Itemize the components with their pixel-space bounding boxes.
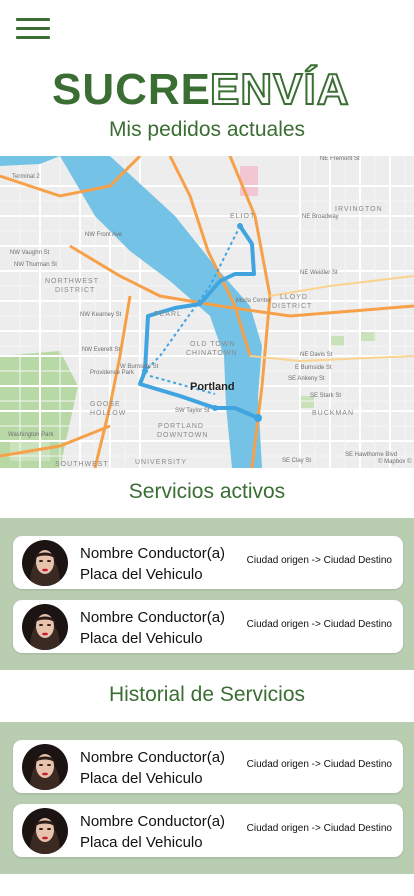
- app-logo: SUCRE ENVÍA: [0, 62, 414, 112]
- route-text: Ciudad origen -> Ciudad Destino: [246, 823, 392, 834]
- svg-text:Moda Center: Moda Center: [236, 298, 271, 304]
- svg-text:Terminal 2: Terminal 2: [12, 174, 40, 180]
- active-service-card[interactable]: Nombre Conductor(a) Placa del Vehiculo C…: [13, 536, 403, 589]
- history-service-card[interactable]: Nombre Conductor(a) Placa del Vehiculo C…: [13, 740, 403, 793]
- history-service-card[interactable]: Nombre Conductor(a) Placa del Vehiculo C…: [13, 804, 403, 857]
- svg-text:NW Front Ave: NW Front Ave: [85, 232, 123, 238]
- svg-text:NW Thurman St: NW Thurman St: [14, 262, 57, 268]
- route-start-marker: [237, 223, 243, 229]
- svg-text:SE Clay St: SE Clay St: [282, 458, 311, 464]
- svg-text:OLD TOWN: OLD TOWN: [190, 341, 235, 348]
- driver-name: Nombre Conductor(a): [80, 545, 226, 562]
- hamburger-menu-icon[interactable]: [16, 18, 50, 42]
- svg-text:PORTLAND: PORTLAND: [158, 423, 204, 430]
- active-services-title: Servicios activos: [128, 480, 286, 503]
- svg-text:GOOSE: GOOSE: [90, 401, 121, 408]
- driver-avatar: [22, 744, 68, 790]
- logo-text-envia: ENVÍA: [210, 64, 349, 112]
- route-text: Ciudad origen -> Ciudad Destino: [246, 619, 392, 630]
- svg-text:IRVINGTON: IRVINGTON: [335, 206, 383, 213]
- svg-text:NE Davis St: NE Davis St: [300, 352, 333, 358]
- svg-text:NE Fremont St: NE Fremont St: [320, 156, 360, 162]
- svg-text:Washington Park: Washington Park: [8, 432, 54, 438]
- svg-text:NW Everett St: NW Everett St: [82, 347, 120, 353]
- svg-text:SE Hawthorne Blvd: SE Hawthorne Blvd: [345, 452, 397, 458]
- svg-text:NW Kearney St: NW Kearney St: [80, 312, 122, 318]
- svg-text:BUCKMAN: BUCKMAN: [312, 410, 354, 417]
- vehicle-plate: Placa del Vehiculo: [80, 566, 203, 583]
- vehicle-plate: Placa del Vehiculo: [80, 770, 203, 787]
- driver-name: Nombre Conductor(a): [80, 813, 226, 830]
- svg-text:ELIOT: ELIOT: [230, 213, 255, 220]
- logo-text-sucre: SUCRE: [52, 65, 211, 112]
- route-text: Ciudad origen -> Ciudad Destino: [246, 555, 392, 566]
- svg-text:NW Vaughn St: NW Vaughn St: [10, 250, 50, 256]
- svg-text:SW Taylor St: SW Taylor St: [175, 408, 210, 414]
- route-end-marker: [254, 414, 262, 422]
- active-service-card[interactable]: Nombre Conductor(a) Placa del Vehiculo C…: [13, 600, 403, 653]
- svg-text:E Burnside St: E Burnside St: [295, 365, 332, 371]
- svg-text:SE Stark St: SE Stark St: [310, 393, 341, 399]
- vehicle-plate: Placa del Vehiculo: [80, 834, 203, 851]
- svg-text:DISTRICT: DISTRICT: [272, 303, 312, 310]
- svg-text:SOUTHWEST: SOUTHWEST: [55, 461, 109, 468]
- svg-text:NE Broadway: NE Broadway: [302, 214, 339, 220]
- svg-text:HOLLOW: HOLLOW: [90, 410, 126, 417]
- history-title: Historial de Servicios: [108, 683, 306, 706]
- driver-avatar: [22, 540, 68, 586]
- route-text: Ciudad origen -> Ciudad Destino: [246, 759, 392, 770]
- svg-text:SE Ankeny St: SE Ankeny St: [288, 376, 325, 382]
- svg-text:NORTHWEST: NORTHWEST: [45, 278, 99, 285]
- vehicle-plate: Placa del Vehiculo: [80, 630, 203, 647]
- driver-avatar: [22, 604, 68, 650]
- svg-text:DISTRICT: DISTRICT: [55, 287, 95, 294]
- driver-name: Nombre Conductor(a): [80, 609, 226, 626]
- svg-text:Providence Park: Providence Park: [90, 370, 135, 376]
- driver-name: Nombre Conductor(a): [80, 749, 226, 766]
- driver-avatar: [22, 808, 68, 854]
- route-map[interactable]: NE Fremont St Terminal 2 NE Broadway NE …: [0, 156, 414, 468]
- current-orders-title: Mis pedidos actuales: [108, 118, 306, 141]
- svg-text:NE Weidler St: NE Weidler St: [300, 270, 338, 276]
- svg-text:UNIVERSITY: UNIVERSITY: [135, 459, 187, 466]
- svg-text:© Mapbox ©: © Mapbox ©: [378, 458, 412, 465]
- svg-text:PEARL: PEARL: [154, 311, 182, 318]
- svg-text:LLOYD: LLOYD: [280, 294, 308, 301]
- map-city-label: Portland: [190, 381, 235, 393]
- svg-text:DOWNTOWN: DOWNTOWN: [157, 432, 208, 439]
- svg-text:CHINATOWN: CHINATOWN: [186, 350, 238, 357]
